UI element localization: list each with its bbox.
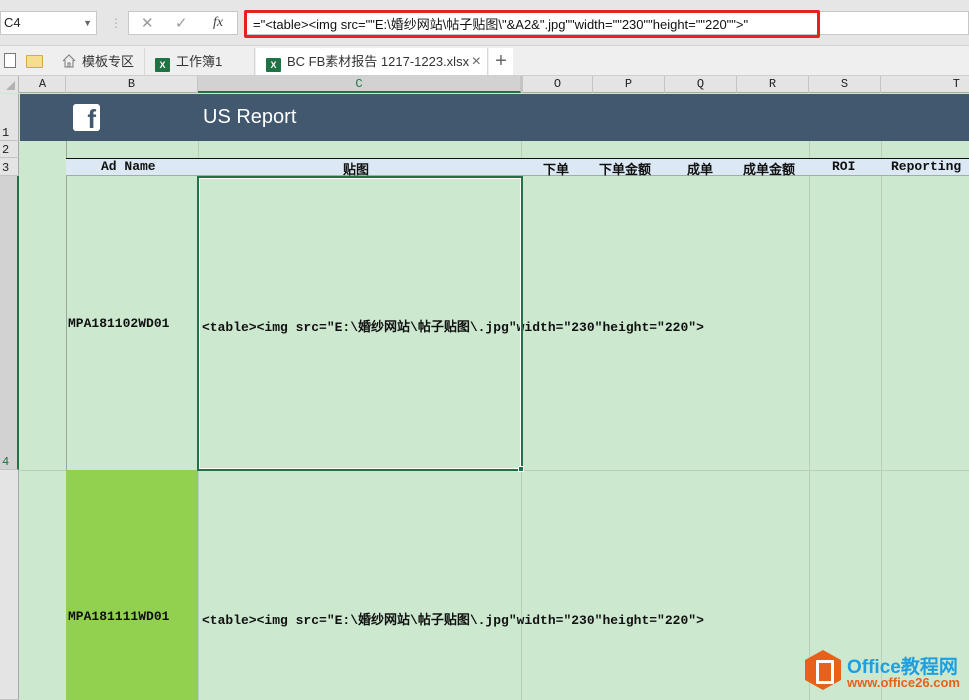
fill-handle[interactable] xyxy=(518,466,524,472)
formula-text[interactable]: ="<table><img src=""E:\婚纱网站\帖子贴图\"&A2&".… xyxy=(253,14,748,33)
spreadsheet-window: C4 ▼ ⋮ ✕ ✓ fx ="<table><img src=""E:\婚纱网… xyxy=(0,0,969,700)
tab-templates[interactable]: 模板专区 xyxy=(52,48,145,75)
column-header-c[interactable]: C xyxy=(198,76,521,93)
tab-label: 模板专区 xyxy=(82,54,135,69)
separator-icon: ⋮ xyxy=(110,16,122,30)
ad-name-cell[interactable]: MPA181102WD01 xyxy=(68,316,169,331)
header-roi[interactable]: ROI xyxy=(832,159,855,174)
row-header-1[interactable]: 1 xyxy=(0,94,19,141)
row-header-3[interactable]: 3 xyxy=(0,158,19,176)
header-orders[interactable]: 下单 xyxy=(543,159,569,178)
header-reporting[interactable]: Reporting xyxy=(891,159,961,174)
column-header-t[interactable]: T xyxy=(881,76,969,93)
tab-workbook1[interactable]: X 工作簿1 xyxy=(145,48,255,75)
check-icon[interactable]: ✓ xyxy=(175,14,188,32)
report-title: US Report xyxy=(203,106,297,128)
add-tab-button[interactable]: + xyxy=(489,48,513,75)
cell-selection-c4[interactable] xyxy=(197,176,523,471)
office-logo-icon xyxy=(805,650,841,690)
watermark: Office教程网 www.office26.com xyxy=(805,648,969,696)
chevron-down-icon[interactable]: ▼ xyxy=(83,12,92,34)
formula-buttons: ✕ ✓ fx xyxy=(128,11,238,35)
facebook-logo-icon: f xyxy=(73,104,100,131)
tab-active-file[interactable]: X BC FB素材报告 1217-1223.xlsx × xyxy=(256,48,488,75)
header-ad-name[interactable]: Ad Name xyxy=(101,159,156,174)
row-header-2[interactable]: 2 xyxy=(0,141,19,158)
column-header-b[interactable]: B xyxy=(66,76,198,93)
home-icon xyxy=(62,54,76,68)
gridline xyxy=(809,141,810,700)
column-header-r[interactable]: R xyxy=(737,76,809,93)
close-tab-icon[interactable]: × xyxy=(472,48,481,75)
function-icon[interactable]: fx xyxy=(213,15,223,31)
column-header-p[interactable]: P xyxy=(593,76,665,93)
column-header-a[interactable]: A xyxy=(20,76,66,93)
image-html-cell[interactable]: <table><img src="E:\婚纱网站\帖子贴图\.jpg"width… xyxy=(202,609,704,628)
excel-icon: X xyxy=(155,58,170,72)
highlighted-cell[interactable] xyxy=(66,470,198,700)
header-deals[interactable]: 成单 xyxy=(687,159,713,178)
select-all-button[interactable] xyxy=(0,76,19,93)
tab-bar: 模板专区 X 工作簿1 X BC FB素材报告 1217-1223.xlsx × + xyxy=(0,46,969,76)
folder-icon[interactable] xyxy=(26,55,43,68)
name-box-value: C4 xyxy=(4,15,21,30)
tab-label: BC FB素材报告 1217-1223.xlsx xyxy=(287,54,470,69)
formula-bar: C4 ▼ ⋮ ✕ ✓ fx ="<table><img src=""E:\婚纱网… xyxy=(0,0,969,46)
close-icon[interactable]: ✕ xyxy=(141,14,154,32)
gridline xyxy=(881,141,882,700)
column-header-q[interactable]: Q xyxy=(665,76,737,93)
tab-label: 工作簿1 xyxy=(176,54,223,69)
excel-icon: X xyxy=(266,58,281,72)
column-header-o[interactable]: O xyxy=(521,76,593,93)
header-order-amount[interactable]: 下单金额 xyxy=(599,159,651,178)
row-header-5[interactable] xyxy=(0,470,19,700)
header-deal-amount[interactable]: 成单金额 xyxy=(743,159,795,178)
report-banner xyxy=(20,94,969,141)
column-header-s[interactable]: S xyxy=(809,76,881,93)
watermark-url: www.office26.com xyxy=(847,675,960,690)
row-header-4[interactable]: 4 xyxy=(0,176,19,470)
ad-name-cell[interactable]: MPA181111WD01 xyxy=(68,609,169,624)
column-headers: A B C O P Q R S T xyxy=(0,76,969,93)
new-file-icon[interactable] xyxy=(4,53,16,68)
name-box[interactable]: C4 ▼ xyxy=(0,11,97,35)
